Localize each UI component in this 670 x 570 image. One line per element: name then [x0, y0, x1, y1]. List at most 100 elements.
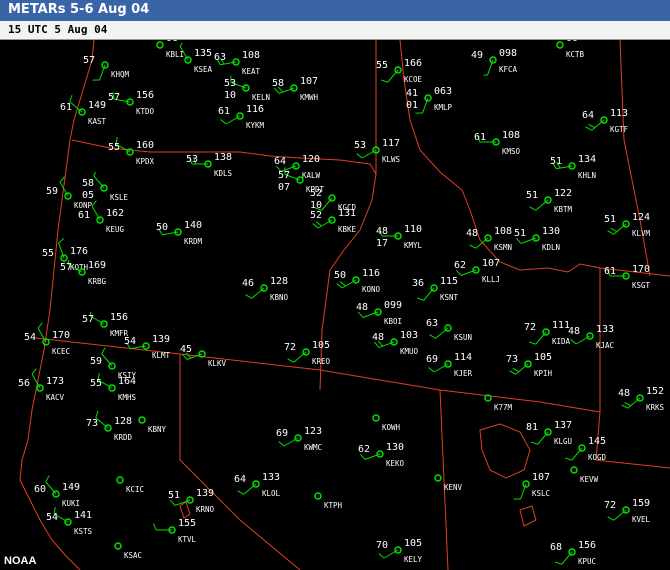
pressure-value: 128: [114, 416, 132, 427]
pressure-value: 170: [52, 330, 70, 341]
ut-wy-border: [595, 411, 670, 469]
station-plot-kmyl: 4817 110 KMYL: [376, 224, 423, 250]
wind-barb-icon: [220, 115, 241, 125]
pressure-value: 166: [404, 58, 422, 69]
temperature-value: 48: [466, 228, 478, 239]
station-circle-icon: [116, 476, 124, 484]
temperature-value: 57: [278, 170, 290, 181]
station-id-label: KHQM: [111, 70, 130, 79]
pressure-value: 06: [166, 40, 178, 44]
pressure-value: 162: [106, 208, 124, 219]
dewpoint-value: 17: [376, 238, 388, 249]
station-id-label: KELN: [252, 93, 270, 102]
temperature-value: 58: [82, 178, 94, 189]
station-plot-ksle: 5805 KSLE: [82, 172, 129, 202]
station-plot-kcoe: 55 166 KCOE: [376, 58, 423, 84]
station-id-label: KBTM: [554, 205, 573, 214]
mt-wy-inner: [619, 40, 651, 277]
pressure-value: 113: [610, 108, 628, 119]
station-plot-kono: 50 116 KONO: [334, 268, 381, 294]
station-id-label: KAST: [88, 117, 107, 126]
pressure-value: 128: [270, 276, 288, 287]
id-mt-border: [399, 40, 601, 273]
temperature-value: 60: [34, 484, 46, 495]
station-id-label: KHLN: [578, 171, 596, 180]
temperature-value: 48: [372, 332, 384, 343]
station-id-label: KCOE: [404, 75, 423, 84]
station-id-label: KFCA: [499, 65, 518, 74]
station-circle-icon: [556, 41, 564, 49]
pressure-value: 120: [302, 154, 320, 165]
station-id-label: KENV: [444, 483, 463, 492]
title-bar: METARs 5-6 Aug 04: [0, 0, 670, 21]
pressure-value: 138: [214, 152, 232, 163]
station-plot-khln: 51 134 KHLN: [550, 154, 596, 180]
station-plot-map: 57KHQM135KSEA06KBLI63108KEAT5310KELN5810…: [0, 40, 670, 570]
page-title: METARs 5-6 Aug 04: [8, 2, 150, 17]
station-plot-klgu: 81 137 KLGU: [526, 420, 572, 446]
station-plot-kjac: 48 133 KJAC: [568, 324, 614, 350]
station-circle-icon: [156, 41, 164, 49]
temperature-value: 54: [124, 336, 136, 347]
station-id-label: KPUC: [578, 557, 596, 566]
station-plot-kvel: 72 159 KVEL: [604, 498, 651, 524]
temperature-value: 58: [272, 78, 284, 89]
station-id-label: KRBG: [88, 277, 107, 286]
temperature-value: 57: [83, 55, 95, 66]
temperature-value: 64: [582, 110, 594, 121]
temperature-value: 63: [214, 52, 226, 63]
station-plot-kllj: 62 107 KLLJ: [454, 258, 500, 284]
temperature-value: 72: [604, 500, 616, 511]
dewpoint-value: 07: [278, 182, 290, 193]
station-id-label: KLVM: [632, 229, 651, 238]
pressure-value: 156: [578, 540, 596, 551]
pressure-value: 141: [74, 510, 92, 521]
station-id-label: KSUN: [454, 333, 472, 342]
station-plot-kwmc: 69 123 KWMC: [276, 426, 322, 452]
great-salt-lake: [479, 423, 531, 479]
station-id-label: KTDO: [136, 107, 155, 116]
station-id-label: KSLC: [532, 489, 550, 498]
pressure-value: 123: [304, 426, 322, 437]
pressure-value: 133: [262, 472, 280, 483]
pressure-value: 139: [196, 488, 214, 499]
station-id-label: KDLN: [542, 243, 560, 252]
station-id-label: KELY: [404, 555, 423, 564]
station-plot-kbli: 06 KBLI: [156, 40, 184, 59]
station-plot-kcic: KCIC: [116, 476, 144, 494]
pressure-value: 130: [386, 442, 404, 453]
pressure-value: 134: [578, 154, 596, 165]
wind-barb-icon: [312, 219, 333, 229]
temperature-value: 51: [168, 490, 180, 501]
nv-ut-border: [439, 389, 449, 570]
station-id-label: KSMN: [494, 243, 512, 252]
station-plot-kpih: 73 105 KPIH: [506, 352, 553, 378]
station-plot-krno: 51 139 KRNO: [168, 488, 215, 514]
station-id-label: KCTB: [566, 50, 585, 59]
wind-barb-icon: [336, 279, 357, 289]
pressure-value: 105: [534, 352, 552, 363]
station-plot-kbno: 46 128 KBNO: [242, 276, 289, 302]
station-plot-kfca: 49 098 KFCA: [471, 48, 518, 76]
station-plot-kmlp: 4101 063 KMLP: [406, 86, 453, 114]
station-plot-kenv: KENV: [434, 474, 463, 492]
temperature-value: 48: [618, 388, 630, 399]
station-plot-ksmn: 48 108 KSMN: [466, 226, 512, 252]
temperature-value: 53: [186, 154, 198, 165]
pressure-value: 135: [194, 48, 212, 59]
temperature-value: 55: [108, 142, 120, 153]
pressure-value: 145: [588, 436, 606, 447]
station-plot-kbke: 52 131 KBKE: [310, 208, 357, 234]
station-plot-kctb: 00 KCTB: [556, 40, 585, 59]
pressure-value: 149: [62, 482, 80, 493]
station-plot-kboi: 48 099 KBOI: [356, 300, 402, 326]
station-id-label: KONP: [74, 201, 93, 210]
station-plot-kdln: 51 130 KDLN: [514, 226, 560, 252]
pressure-value: 107: [532, 472, 550, 483]
station-id-label: KSTS: [74, 527, 93, 536]
temperature-value: 61: [218, 106, 230, 117]
station-id-label: KLLJ: [482, 275, 500, 284]
station-plot-ksun: 63 KSUN: [426, 318, 472, 342]
wind-barb-icon: [356, 149, 377, 159]
pressure-value: 159: [632, 498, 650, 509]
